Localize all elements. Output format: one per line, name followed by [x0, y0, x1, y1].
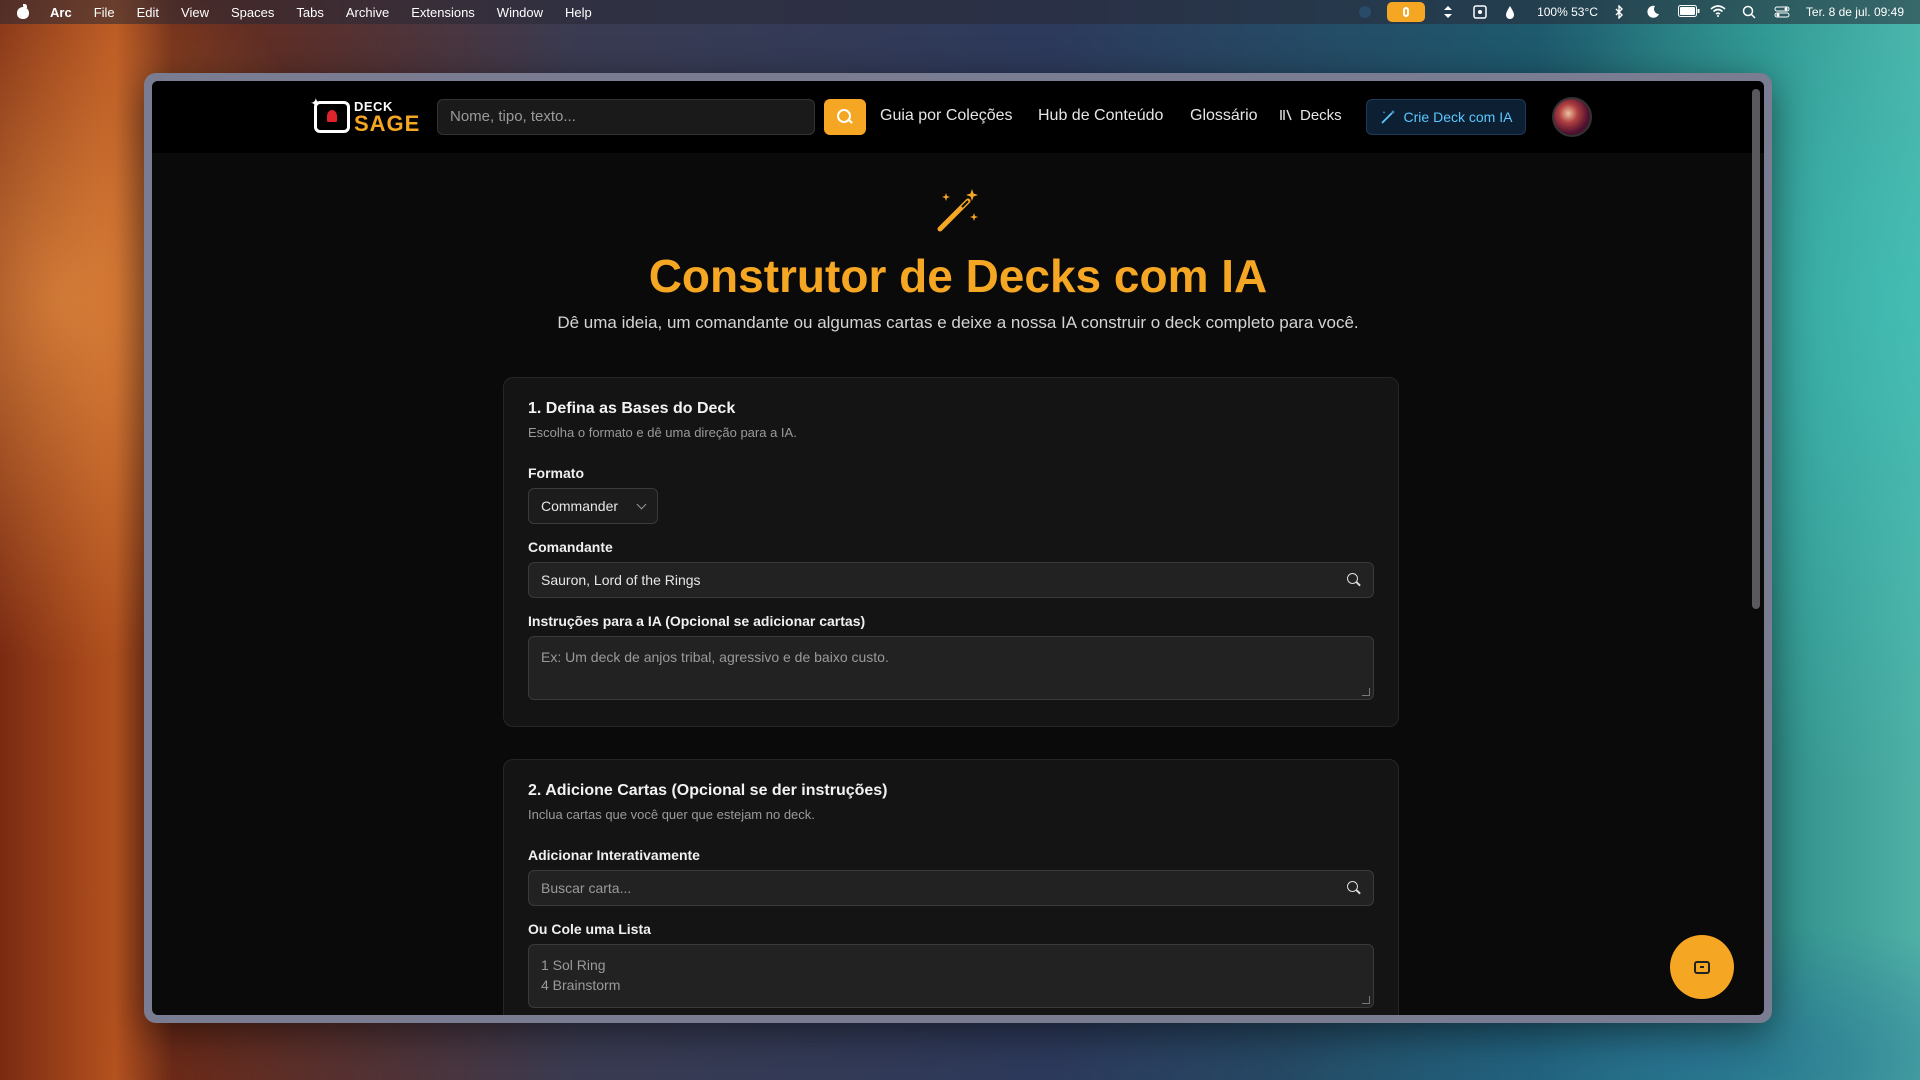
commander-value: Sauron, Lord of the Rings	[541, 572, 701, 588]
instructions-textarea[interactable]: Ex: Um deck de anjos tribal, agressivo e…	[528, 636, 1374, 700]
nav-hub-conteudo[interactable]: Hub de Conteúdo	[1038, 107, 1163, 125]
resize-handle-icon[interactable]	[1362, 996, 1370, 1004]
page-scrollbar[interactable]	[1752, 89, 1760, 609]
site-search-input[interactable]: Nome, tipo, texto...	[437, 99, 815, 135]
search-icon[interactable]	[1347, 573, 1361, 587]
wifi-icon[interactable]	[1710, 5, 1726, 19]
page-subtitle: Dê uma ideia, um comandante ou algumas c…	[557, 313, 1359, 332]
menu-spaces[interactable]: Spaces	[231, 5, 274, 20]
microphone-icon[interactable]	[1387, 2, 1426, 22]
format-value: Commander	[541, 498, 619, 514]
resize-handle-icon[interactable]	[1362, 688, 1370, 696]
card-icon	[314, 101, 350, 133]
paste-placeholder-line1: 1 Sol Ring	[541, 957, 606, 973]
menu-file[interactable]: File	[94, 5, 115, 20]
control-center-icon[interactable]	[1774, 5, 1790, 19]
format-select[interactable]: Commander	[528, 488, 658, 524]
commander-input[interactable]: Sauron, Lord of the Rings	[528, 562, 1374, 598]
search-icon[interactable]	[1347, 881, 1361, 895]
chat-button[interactable]	[1670, 935, 1734, 999]
search-icon	[837, 109, 853, 125]
nav-decks-label: Decks	[1300, 107, 1342, 124]
menu-app-name[interactable]: Arc	[50, 5, 72, 20]
deck-basics-panel: 1. Defina as Bases do Deck Escolha o for…	[503, 377, 1399, 727]
sync-icon[interactable]	[1441, 5, 1457, 19]
paste-list-label: Ou Cole uma Lista	[528, 921, 651, 937]
system-status-text: 100% 53°C	[1537, 5, 1598, 19]
chevron-down-icon	[636, 499, 647, 510]
clock[interactable]: Ter. 8 de jul. 09:49	[1806, 5, 1904, 19]
battery-icon[interactable]	[1677, 5, 1700, 19]
menu-edit[interactable]: Edit	[137, 5, 159, 20]
library-icon	[1280, 109, 1292, 121]
moon-icon[interactable]	[1646, 5, 1662, 19]
paste-list-textarea[interactable]: 1 Sol Ring 4 Brainstorm	[528, 944, 1374, 1008]
add-cards-panel: 2. Adicione Cartas (Opcional se der inst…	[503, 759, 1399, 1015]
card-search-placeholder: Buscar carta...	[541, 880, 632, 896]
menu-window[interactable]: Window	[497, 5, 543, 20]
bluetooth-icon[interactable]	[1614, 4, 1630, 20]
nav-guia-colecoes[interactable]: Guia por Coleções	[880, 107, 1013, 125]
magic-wand-icon	[937, 189, 978, 232]
menu-archive[interactable]: Archive	[346, 5, 389, 20]
card-search-input[interactable]: Buscar carta...	[528, 870, 1374, 906]
create-deck-ai-button[interactable]: Crie Deck com IA	[1366, 99, 1526, 135]
chat-icon	[1694, 960, 1710, 974]
logo-word-bottom: SAGE	[354, 111, 421, 136]
menu-view[interactable]: View	[181, 5, 209, 20]
format-label: Formato	[528, 465, 584, 481]
record-indicator-icon[interactable]	[1359, 6, 1372, 18]
instructions-label: Instruções para a IA (Opcional se adicio…	[528, 613, 866, 629]
menu-extensions[interactable]: Extensions	[411, 5, 475, 20]
magic-wand-icon	[1380, 110, 1395, 124]
nav-glossario[interactable]: Glossário	[1190, 107, 1258, 125]
menu-tabs[interactable]: Tabs	[296, 5, 323, 20]
deck-sage-logo[interactable]: ✦ DECK SAGE	[310, 95, 420, 139]
menu-bar: Arc File Edit View Spaces Tabs Archive E…	[0, 0, 1920, 24]
interactive-add-label: Adicionar Interativamente	[528, 847, 700, 863]
site-search-button[interactable]	[824, 99, 866, 135]
instructions-placeholder: Ex: Um deck de anjos tribal, agressivo e…	[541, 649, 889, 665]
commander-label: Comandante	[528, 539, 613, 555]
page-viewport: ✦ DECK SAGE Nome, tipo, texto... Guia po…	[152, 81, 1764, 1015]
browser-window: ✦ DECK SAGE Nome, tipo, texto... Guia po…	[144, 73, 1772, 1023]
nav-decks[interactable]: Decks	[1280, 107, 1342, 124]
user-avatar[interactable]	[1552, 97, 1592, 137]
section2-title: 2. Adicione Cartas (Opcional se der inst…	[528, 782, 888, 799]
temperature-icon[interactable]	[1505, 5, 1521, 19]
section1-description: Escolha o formato e dê uma direção para …	[528, 425, 797, 440]
command-icon[interactable]	[1473, 5, 1489, 19]
site-header: ✦ DECK SAGE Nome, tipo, texto... Guia po…	[152, 81, 1764, 153]
section2-description: Inclua cartas que você quer que estejam …	[528, 807, 815, 822]
spotlight-icon[interactable]	[1742, 5, 1758, 19]
page-title: Construtor de Decks com IA	[648, 250, 1268, 302]
paste-placeholder-line2: 4 Brainstorm	[541, 977, 621, 993]
apple-icon[interactable]	[16, 4, 30, 20]
section1-title: 1. Defina as Bases do Deck	[528, 400, 736, 417]
create-deck-ai-label: Crie Deck com IA	[1403, 109, 1513, 125]
menu-help[interactable]: Help	[565, 5, 592, 20]
